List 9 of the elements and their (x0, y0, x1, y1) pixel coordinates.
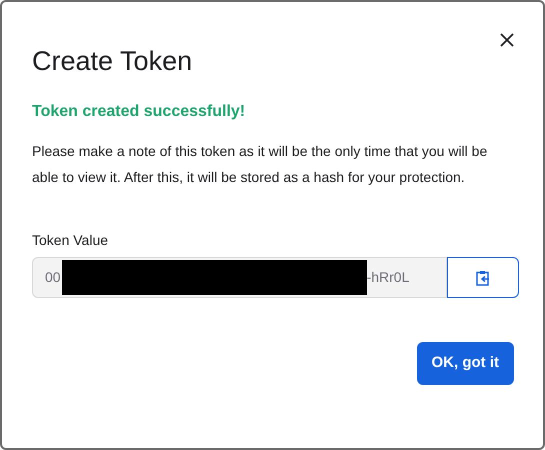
clipboard-icon (476, 270, 490, 286)
ok-button[interactable]: OK, got it (416, 342, 514, 385)
dialog-title: Create Token (32, 45, 194, 78)
copy-button[interactable] (447, 257, 519, 298)
token-field[interactable]: 00 -hRr0L (32, 257, 447, 298)
close-icon (500, 33, 514, 47)
description-text: Please make a note of this token as it will be the only time that you will be able to view it. After this, it will be stored as a hash for your protection. (32, 142, 488, 187)
success-message: Token created successfully! (32, 102, 246, 122)
field-label: Token Value (32, 231, 110, 250)
